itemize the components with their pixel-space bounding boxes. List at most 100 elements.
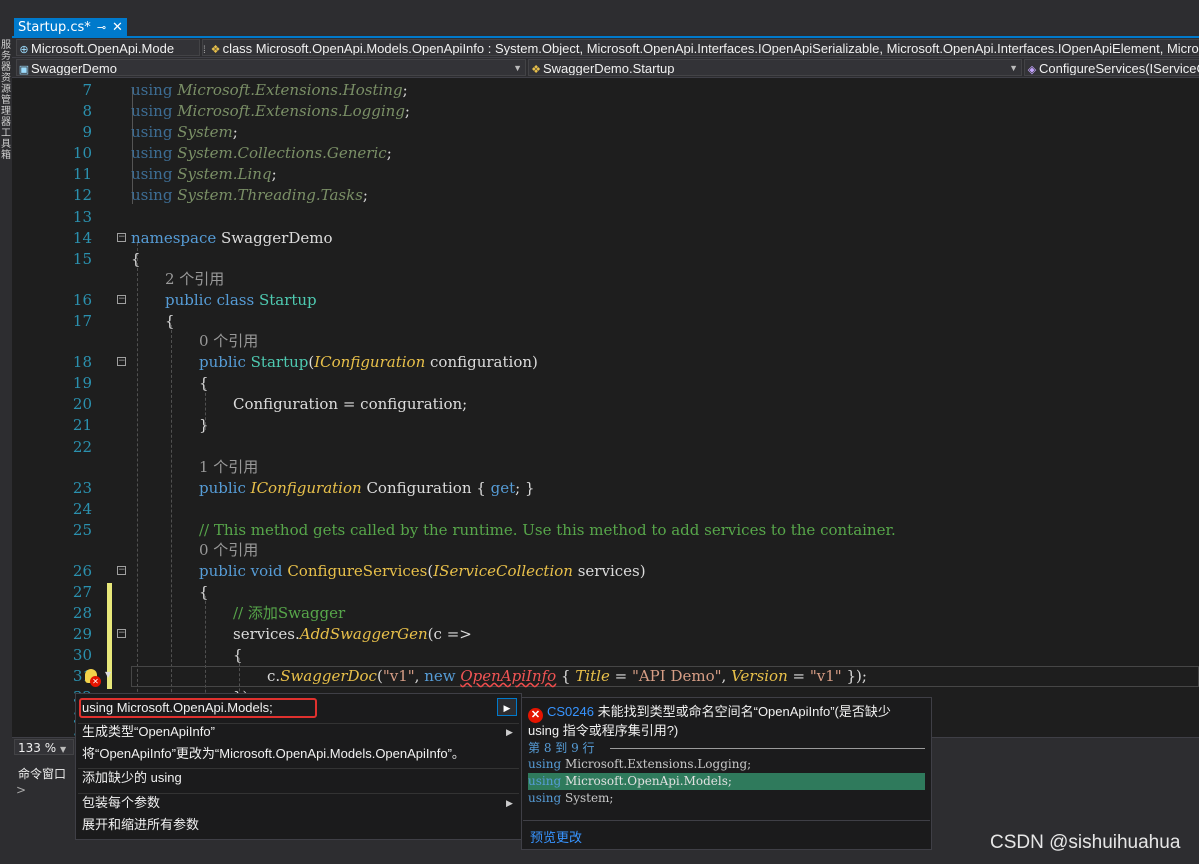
method-name: SwaggerDoc: [280, 667, 377, 685]
quick-actions-lightbulb[interactable]: ✕ ▼: [83, 668, 113, 688]
divider: [610, 748, 925, 749]
menu-item-label: 添加缺少的 using: [82, 770, 182, 785]
namespace: System.Linq: [177, 165, 272, 183]
property-name: Configuration: [366, 479, 472, 497]
chevron-down-icon: ▼: [513, 63, 522, 73]
preview-changes-link[interactable]: 预览更改: [530, 827, 582, 846]
keyword: public class: [165, 291, 255, 309]
member-name: ConfigureServices(IServiceC: [1039, 61, 1199, 76]
code-line-11: using System.Linq;: [131, 165, 277, 183]
tab-startup-cs[interactable]: Startup.cs* ⊸ ✕: [14, 18, 127, 37]
line-range: 第 8 到 9 行: [528, 741, 595, 755]
menu-item-unwrap-parameters[interactable]: 展开和缩进所有参数: [82, 814, 199, 836]
code-line-26: public void ConfigureServices(IServiceCo…: [199, 562, 646, 580]
code-line-10: using System.Collections.Generic;: [131, 144, 392, 162]
line-number: 9: [82, 123, 92, 141]
preview-changes-panel: ✕ CS0246 未能找到类型或命名空间名“OpenApiInfo”(是否缺少 u…: [521, 697, 932, 850]
codelens-references[interactable]: 2 个引用: [165, 269, 224, 290]
error-code-link[interactable]: CS0246: [547, 704, 594, 719]
toolbox-tab[interactable]: 工具箱: [0, 128, 12, 161]
collapse-icon[interactable]: −: [117, 357, 126, 366]
menu-item-label: 包装每个参数: [82, 795, 161, 810]
collapse-icon[interactable]: −: [117, 295, 126, 304]
namespace: Microsoft.OpenApi.Models;: [564, 774, 732, 788]
type-signature: class Microsoft.OpenApi.Models.OpenApiIn…: [222, 41, 1199, 56]
string-literal: "API Demo": [631, 667, 722, 685]
collapse-icon[interactable]: −: [117, 566, 126, 575]
namespace: System;: [564, 791, 614, 805]
csharp-project-icon: ▣: [18, 64, 30, 76]
code-line-15: {: [131, 250, 141, 268]
navigation-bar-top: ⊕ Microsoft.OpenApi.Mode ⁞ ❖ class Microso…: [12, 38, 1199, 58]
property-name: Title: [575, 667, 610, 685]
line-number: 28: [72, 604, 92, 622]
chevron-down-icon: ▼: [105, 670, 112, 679]
method-name: AddSwaggerGen: [299, 625, 428, 643]
close-icon[interactable]: ✕: [112, 18, 123, 37]
code-line-9: using System;: [131, 123, 238, 141]
pin-icon[interactable]: ⊸: [97, 18, 106, 37]
collapse-icon[interactable]: −: [117, 629, 126, 638]
document-tab-strip: Startup.cs* ⊸ ✕: [12, 0, 1199, 37]
parameter: services: [577, 562, 640, 580]
code-line-16: public class Startup: [165, 290, 317, 311]
line-number: 21: [72, 416, 92, 434]
type-dropdown[interactable]: ⁞ ❖ class Microsoft.OpenApi.Models.OpenAp…: [202, 39, 1199, 56]
server-explorer-tab[interactable]: 服务器资源管理器: [0, 40, 12, 128]
error-type-name[interactable]: OpenApiInfo: [460, 667, 556, 685]
keyword: using: [131, 102, 173, 120]
zoom-dropdown[interactable]: 133 % ▼: [14, 739, 74, 755]
keyword: new: [424, 667, 456, 685]
namespace: Microsoft.Extensions.Logging: [177, 102, 405, 120]
assignment: Configuration = configuration: [233, 395, 463, 413]
menu-item-generate-type[interactable]: 生成类型“OpenApiInfo” ▶: [82, 721, 513, 743]
line-number: 25: [72, 521, 92, 539]
parameter: configuration: [430, 353, 533, 371]
line-number: 20: [72, 395, 92, 413]
code-line-17: {: [165, 312, 175, 330]
quick-actions-menu: using Microsoft.OpenApi.Models; ▶ 生成类型“O…: [75, 693, 522, 840]
code-editor[interactable]: 7 8 9 10 11 12 13 14 15 16 17 18 19 20 2…: [12, 78, 1199, 737]
namespace: System.Collections.Generic: [177, 144, 387, 162]
command-window-title[interactable]: 命令窗口: [18, 765, 66, 782]
line-number: 11: [72, 165, 92, 183]
constructor-name: Startup: [250, 353, 309, 371]
keyword: using: [131, 81, 173, 99]
menu-item-wrap-parameters[interactable]: 包装每个参数 ▶: [82, 792, 513, 814]
line-number: 15: [72, 250, 92, 268]
menu-item-change-to-fully-qualified[interactable]: 将“OpenApiInfo”更改为“Microsoft.OpenApi.Mode…: [82, 743, 465, 765]
line-number: 16: [72, 291, 92, 309]
line-number: 10: [72, 144, 92, 162]
class-icon: ❖: [531, 64, 541, 76]
class-dropdown[interactable]: ❖ SwaggerDemo.Startup ▼: [528, 59, 1022, 76]
member-dropdown[interactable]: ◈ ConfigureServices(IServiceC: [1024, 59, 1199, 76]
property-name: Version: [731, 667, 788, 685]
globe-icon: ⊕: [19, 44, 29, 56]
method-icon: ◈: [1027, 64, 1037, 76]
line-number: 17: [72, 312, 92, 330]
code-line-30: {: [233, 646, 243, 664]
project-dropdown-openapi[interactable]: ⊕ Microsoft.OpenApi.Mode: [16, 39, 200, 56]
keyword: using: [528, 757, 562, 771]
line-number: 29: [72, 625, 92, 643]
codelens-references[interactable]: 0 个引用: [199, 331, 258, 352]
submenu-arrow-button[interactable]: ▶: [497, 698, 517, 716]
codelens-references[interactable]: 0 个引用: [199, 540, 258, 561]
object-name: c: [267, 667, 276, 685]
class-name: SwaggerDemo.Startup: [543, 61, 675, 76]
codelens-references[interactable]: 1 个引用: [199, 457, 258, 478]
keyword: using: [131, 186, 173, 204]
namespace-name: SwaggerDemo: [221, 229, 333, 247]
preview-line: using Microsoft.Extensions.Logging;: [528, 756, 925, 773]
keyword: get: [490, 479, 516, 497]
line-number: 12: [72, 186, 92, 204]
string-literal: "v1": [809, 667, 842, 685]
menu-item-add-missing-using[interactable]: 添加缺少的 using: [82, 767, 182, 789]
method-name: ConfigureServices: [287, 562, 428, 580]
collapse-icon[interactable]: −: [117, 233, 126, 242]
project-dropdown[interactable]: ▣ SwaggerDemo ▼: [16, 59, 526, 76]
keyword: namespace: [131, 229, 217, 247]
code-line-12: using System.Threading.Tasks;: [131, 186, 368, 204]
type-name: IConfiguration: [250, 479, 362, 497]
line-number: 30: [72, 646, 92, 664]
